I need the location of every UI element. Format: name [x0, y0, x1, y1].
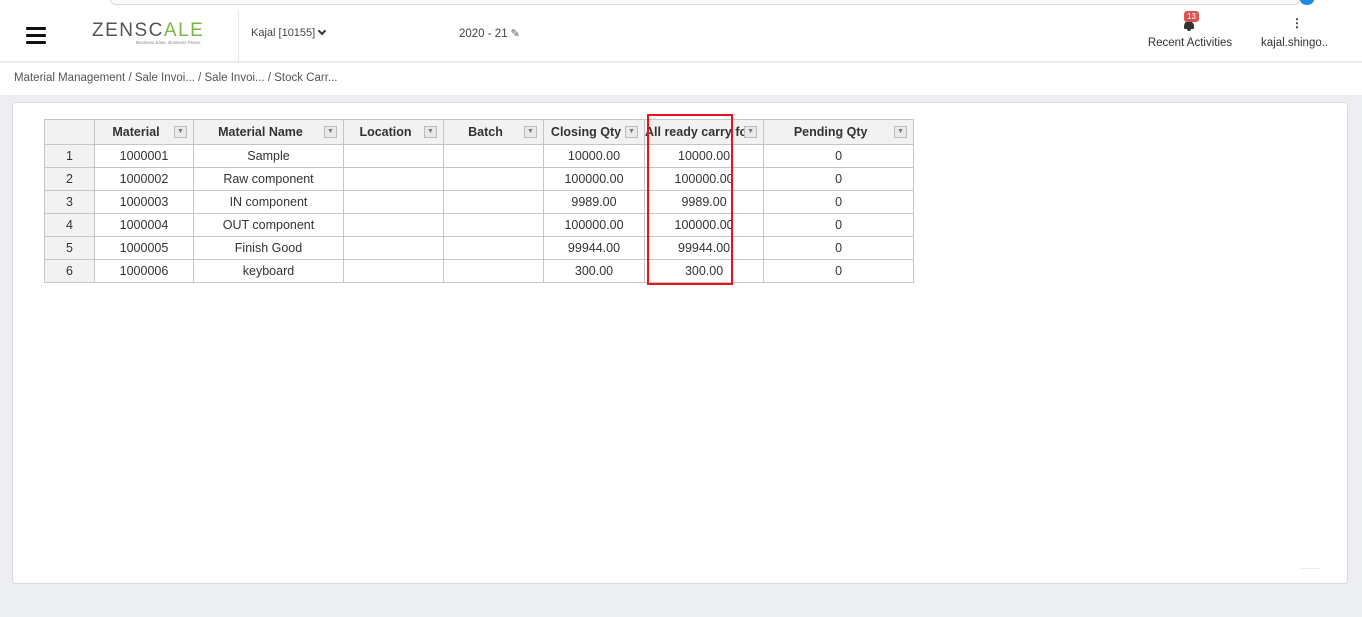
table-row[interactable]: 4 1000004 OUT component 100000.00 100000… [44, 213, 915, 237]
chevron-down-icon [317, 26, 327, 36]
content-panel: Material ▼ Material Name ▼ Location ▼ Batch… [12, 102, 1348, 584]
filter-icon[interactable]: ▼ [524, 126, 537, 138]
cell-location[interactable] [343, 236, 444, 260]
notification-badge: 13 [1184, 11, 1199, 22]
cell-location[interactable] [343, 259, 444, 283]
cell-already-carried[interactable]: 9989.00 [643, 190, 765, 214]
cell-already-carried[interactable]: 100000.00 [643, 213, 765, 237]
filter-icon[interactable]: ▼ [625, 126, 638, 138]
table-row[interactable]: 3 1000003 IN component 9989.00 9989.00 0 [44, 190, 915, 214]
cell-pending-qty[interactable]: 0 [763, 236, 915, 260]
breadcrumb-item-stock-carry[interactable]: / Stock Carr... [268, 72, 338, 84]
cell-batch[interactable] [443, 213, 544, 237]
table-row[interactable]: 5 1000005 Finish Good 99944.00 99944.00 … [44, 236, 915, 260]
row-number: 2 [44, 167, 95, 191]
cell-closing-qty[interactable]: 100000.00 [543, 213, 645, 237]
cell-pending-qty[interactable]: 0 [763, 259, 915, 283]
cell-closing-qty[interactable]: 100000.00 [543, 167, 645, 191]
cell-pending-qty[interactable]: 0 [763, 144, 915, 168]
cell-material[interactable]: 1000001 [94, 144, 194, 168]
cell-location[interactable] [343, 144, 444, 168]
cell-material[interactable]: 1000006 [94, 259, 194, 283]
address-bar-edge [110, 0, 1300, 5]
table-header-row: Material ▼ Material Name ▼ Location ▼ Batch… [44, 119, 915, 145]
filter-icon[interactable]: ▼ [424, 126, 437, 138]
cell-material[interactable]: 1000005 [94, 236, 194, 260]
browser-top-strip [0, 0, 1362, 10]
column-header-closing-qty[interactable]: Closing Qty ▼ [543, 119, 645, 145]
cell-material[interactable]: 1000003 [94, 190, 194, 214]
table-row[interactable]: 2 1000002 Raw component 100000.00 100000… [44, 167, 915, 191]
row-number: 3 [44, 190, 95, 214]
recent-activities-label: Recent Activities [1147, 37, 1233, 49]
breadcrumb-item-material-management[interactable]: Material Management [14, 72, 125, 84]
company-label: Kajal [10155] [251, 27, 316, 39]
column-header-material-name[interactable]: Material Name ▼ [193, 119, 344, 145]
breadcrumb-item-sale-invoice-2[interactable]: / Sale Invoi... [198, 72, 264, 84]
user-menu[interactable]: ⋮ kajal.shingo.. [1255, 10, 1331, 62]
cell-material[interactable]: 1000002 [94, 167, 194, 191]
cell-batch[interactable] [443, 259, 544, 283]
filter-icon[interactable]: ▼ [174, 126, 187, 138]
cell-material-name[interactable]: keyboard [193, 259, 344, 283]
panel-divider [1301, 568, 1321, 569]
user-name: kajal.shingo.. [1261, 37, 1329, 49]
cell-pending-qty[interactable]: 0 [763, 190, 915, 214]
cell-material-name[interactable]: Sample [193, 144, 344, 168]
cell-pending-qty[interactable]: 0 [763, 213, 915, 237]
edit-icon: ✎ [510, 28, 520, 40]
cell-material-name[interactable]: OUT component [193, 213, 344, 237]
fiscal-year-selector[interactable]: 2020 - 21 ✎ [459, 27, 520, 40]
cell-already-carried[interactable]: 300.00 [643, 259, 765, 283]
cell-material[interactable]: 1000004 [94, 213, 194, 237]
row-number: 1 [44, 144, 95, 168]
column-header-pending-qty[interactable]: Pending Qty ▼ [763, 119, 915, 145]
kebab-menu-icon: ⋮ [1291, 16, 1303, 30]
cell-already-carried[interactable]: 10000.00 [643, 144, 765, 168]
cell-material-name[interactable]: Finish Good [193, 236, 344, 260]
column-header-material[interactable]: Material ▼ [94, 119, 194, 145]
filter-icon[interactable]: ▼ [324, 126, 337, 138]
cell-closing-qty[interactable]: 10000.00 [543, 144, 645, 168]
cell-batch[interactable] [443, 190, 544, 214]
browser-profile-dot [1300, 0, 1314, 5]
cell-closing-qty[interactable]: 99944.00 [543, 236, 645, 260]
cell-already-carried[interactable]: 99944.00 [643, 236, 765, 260]
column-header-batch[interactable]: Batch ▼ [443, 119, 544, 145]
breadcrumb-item-sale-invoice-1[interactable]: / Sale Invoi... [128, 72, 194, 84]
stock-carry-table: Material ▼ Material Name ▼ Location ▼ Batch… [44, 119, 915, 283]
column-header-location[interactable]: Location ▼ [343, 119, 444, 145]
row-number-header [44, 119, 95, 145]
cell-location[interactable] [343, 167, 444, 191]
table-row[interactable]: 6 1000006 keyboard 300.00 300.00 0 [44, 259, 915, 283]
app-header: ZENSCALE Business Ease, Business Peace K… [0, 10, 1362, 62]
row-number: 6 [44, 259, 95, 283]
cell-closing-qty[interactable]: 300.00 [543, 259, 645, 283]
header-divider [238, 10, 239, 62]
company-selector[interactable]: Kajal [10155] [251, 26, 327, 39]
cell-pending-qty[interactable]: 0 [763, 167, 915, 191]
filter-icon[interactable]: ▼ [894, 126, 908, 138]
cell-already-carried[interactable]: 100000.00 [643, 167, 765, 191]
cell-material-name[interactable]: Raw component [193, 167, 344, 191]
table-row[interactable]: 1 1000001 Sample 10000.00 10000.00 0 [44, 144, 915, 168]
zenscale-logo: ZENSCALE Business Ease, Business Peace [92, 20, 205, 45]
cell-batch[interactable] [443, 144, 544, 168]
cell-location[interactable] [343, 190, 444, 214]
filter-icon[interactable]: ▼ [744, 126, 758, 138]
cell-batch[interactable] [443, 236, 544, 260]
row-number: 4 [44, 213, 95, 237]
row-number: 5 [44, 236, 95, 260]
breadcrumb: Material Management / Sale Invoi... / Sa… [0, 63, 1362, 95]
cell-closing-qty[interactable]: 9989.00 [543, 190, 645, 214]
column-header-already-carried[interactable]: All ready carry fo ▼ [643, 119, 765, 145]
fiscal-year-label: 2020 - 21 [459, 28, 508, 40]
hamburger-menu-icon[interactable] [26, 27, 46, 45]
cell-batch[interactable] [443, 167, 544, 191]
cell-material-name[interactable]: IN component [193, 190, 344, 214]
recent-activities-button[interactable]: 13 Recent Activities [1140, 10, 1240, 62]
cell-location[interactable] [343, 213, 444, 237]
